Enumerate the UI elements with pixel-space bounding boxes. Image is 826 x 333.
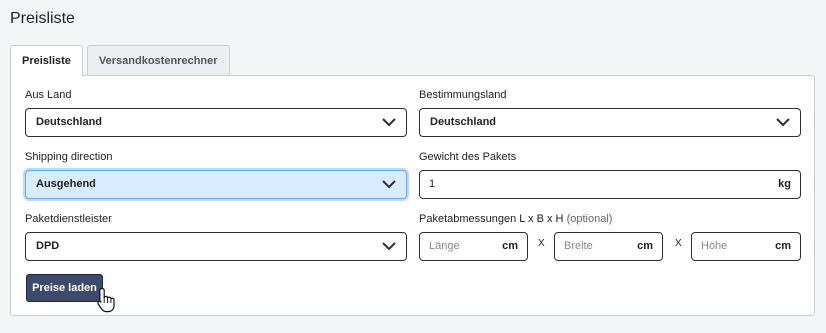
width-unit: cm [637, 240, 653, 252]
dimensions-label-text: Paketabmessungen L x B x H [419, 213, 564, 225]
height-placeholder: Höhe [701, 240, 728, 252]
tab-preisliste[interactable]: Preisliste [10, 45, 83, 76]
dimension-separator: X [675, 238, 682, 249]
carrier-label: Paketdienstleister [25, 213, 112, 225]
chevron-down-icon [382, 118, 396, 127]
width-input[interactable]: Breite cm [554, 232, 663, 261]
length-input[interactable]: Länge cm [419, 232, 528, 261]
dest-country-select[interactable]: Deutschland [419, 108, 801, 137]
dimension-separator: X [538, 238, 545, 249]
weight-unit: kg [778, 178, 791, 190]
load-prices-button[interactable]: Preise laden [26, 274, 103, 302]
dest-country-value: Deutschland [430, 116, 497, 128]
chevron-down-icon [382, 180, 396, 189]
dimensions-label: Paketabmessungen L x B x H (optional) [419, 213, 612, 225]
dimensions-optional-text: (optional) [566, 213, 613, 225]
from-country-label: Aus Land [25, 89, 72, 101]
weight-input[interactable]: 1 kg [419, 170, 801, 199]
from-country-value: Deutschland [36, 116, 103, 128]
weight-value: 1 [429, 178, 436, 190]
shipping-direction-value: Ausgehend [36, 178, 96, 190]
hand-pointer-cursor-icon [97, 287, 115, 313]
tab-versandkostenrechner[interactable]: Versandkostenrechner [86, 45, 230, 75]
width-placeholder: Breite [564, 240, 593, 252]
shipping-direction-select[interactable]: Ausgehend [25, 170, 407, 199]
from-country-select[interactable]: Deutschland [25, 108, 407, 137]
page-title: Preisliste [10, 10, 75, 27]
length-unit: cm [502, 240, 518, 252]
shipping-direction-label: Shipping direction [25, 151, 113, 163]
weight-label: Gewicht des Pakets [419, 151, 517, 163]
carrier-select[interactable]: DPD [25, 232, 407, 261]
chevron-down-icon [382, 242, 396, 251]
carrier-value: DPD [36, 240, 60, 252]
height-input[interactable]: Höhe cm [691, 232, 801, 261]
dest-country-label: Bestimmungsland [419, 89, 507, 101]
length-placeholder: Länge [429, 240, 460, 252]
height-unit: cm [775, 240, 791, 252]
price-list-panel: Aus Land Deutschland Bestimmungsland Deu… [10, 75, 815, 316]
tab-bar: Preisliste Versandkostenrechner [10, 45, 230, 76]
chevron-down-icon [776, 118, 790, 127]
